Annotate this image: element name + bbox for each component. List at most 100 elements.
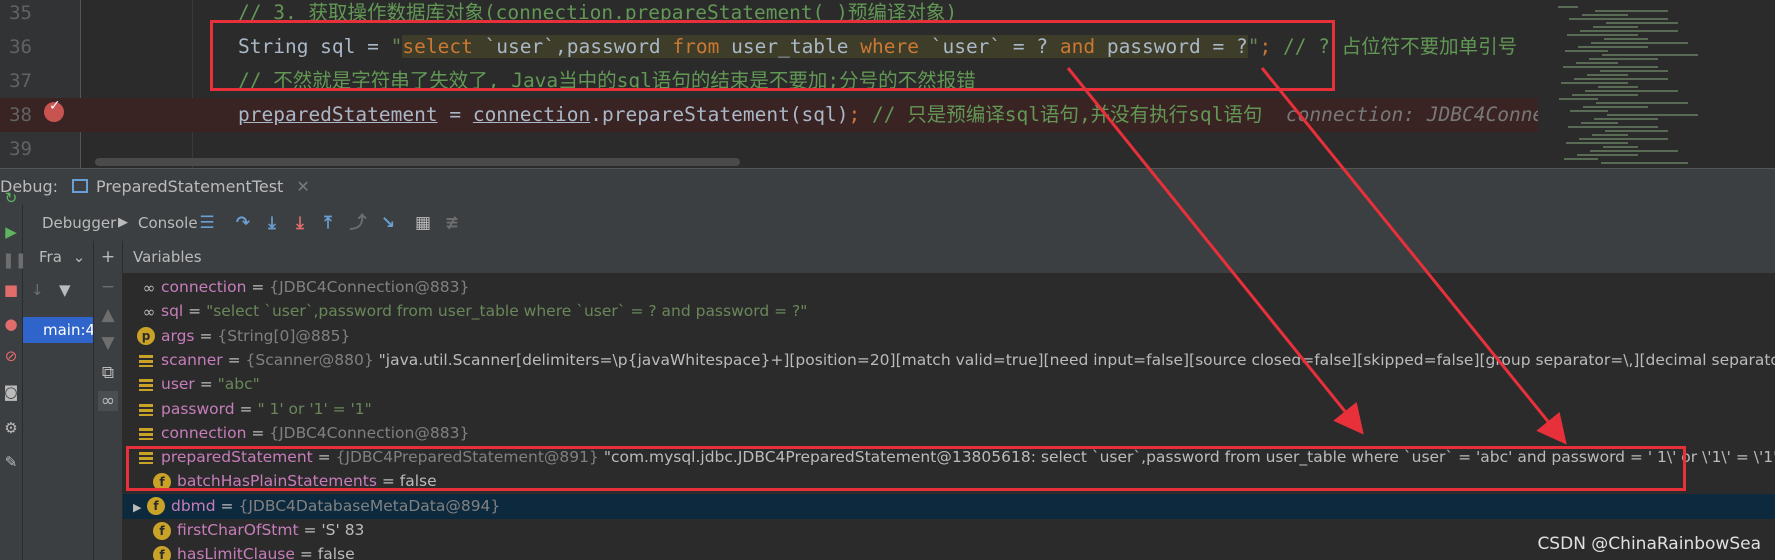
variable-row[interactable]: f firstCharOfStmt = 'S' 83 — [123, 518, 1775, 543]
equals-sign: = — [222, 350, 246, 369]
variable-row[interactable]: ∞ connection = {JDBC4Connection@883} — [123, 275, 1775, 300]
layout-menu-icon[interactable]: ☰ — [197, 213, 217, 233]
variable-row[interactable]: ∞ sql = "select `user`,password from user… — [123, 299, 1775, 324]
variable-row[interactable]: ▶ f dbmd = {JDBC4DatabaseMetaData@894} — [123, 493, 1775, 520]
variable-value: false — [317, 545, 355, 560]
local-variable-icon — [137, 400, 155, 418]
minimap-line — [1605, 130, 1668, 132]
watch-icon: ∞ — [142, 302, 156, 321]
settings-icon[interactable]: ⚙ — [2, 419, 20, 437]
variable-row[interactable]: f hasLimitClause = false — [123, 542, 1775, 560]
minimap-line — [1572, 94, 1638, 96]
close-icon[interactable]: ✕ — [296, 177, 309, 196]
stop-icon[interactable]: ■ — [2, 281, 20, 299]
drop-frame-icon[interactable]: ⤴ — [348, 213, 368, 233]
minimap-line — [1570, 110, 1608, 112]
variable-name: sql — [161, 302, 184, 321]
frames-label: Fra — [39, 248, 62, 266]
tab-console[interactable]: ▶ Console — [118, 205, 198, 241]
remove-watch-icon[interactable]: − — [98, 277, 118, 297]
pause-icon[interactable]: ❚❚ — [2, 251, 27, 269]
variable-row[interactable]: user = "abc" — [123, 372, 1775, 397]
equals-sign: = — [194, 326, 218, 345]
minimap-line — [1593, 26, 1638, 28]
arrow-down-icon[interactable]: ↓ — [31, 281, 44, 299]
variable-name: args — [161, 326, 195, 345]
frame-item[interactable]: main:44 — [23, 317, 93, 343]
show-execution-point-icon[interactable]: ↷ — [233, 213, 253, 233]
expand-arrow-icon[interactable]: ▶ — [133, 495, 147, 520]
horizontal-scrollbar[interactable] — [95, 158, 740, 166]
minimap-line — [1603, 146, 1638, 148]
variable-row[interactable]: password = " 1' or '1' = '1" — [123, 397, 1775, 422]
minimap-line — [1587, 74, 1628, 76]
move-up-icon[interactable]: ▲ — [98, 305, 118, 325]
line-number: 39 — [9, 138, 32, 160]
minimap[interactable] — [1538, 0, 1775, 168]
code-text: preparedStatement = connection.prepareSt… — [238, 98, 1650, 132]
minimap-line — [1580, 30, 1678, 32]
mute-breakpoints-icon[interactable]: ⊘ — [2, 347, 20, 365]
field-icon: f — [153, 545, 171, 560]
minimap-line — [1567, 34, 1638, 36]
code-token: // 只是预编译sql语句,并没有执行sql语句 — [872, 103, 1286, 126]
code-token: connection — [472, 103, 591, 126]
equals-sign: = — [183, 302, 207, 321]
evaluate-expression-icon[interactable]: ▦ — [413, 213, 433, 233]
minimap-line — [1594, 118, 1658, 120]
minimap-line — [1606, 22, 1678, 24]
frames-panel: Fra ⌄ ↓ ▼ main:44 — [23, 241, 94, 560]
equals-sign: = — [298, 521, 322, 539]
equals-sign: = — [246, 423, 270, 442]
minimap-line — [1576, 62, 1618, 64]
watches-toggle-icon[interactable]: ∞ — [98, 391, 118, 411]
step-over-icon[interactable]: ⤓ — [262, 213, 282, 233]
variable-name: user — [161, 375, 195, 394]
variable-row[interactable]: connection = {JDBC4Connection@883} — [123, 421, 1775, 446]
code-line[interactable]: 38 preparedStatement = connection.prepare… — [0, 98, 1775, 132]
console-icon: ▶ — [118, 215, 128, 230]
frames-header[interactable]: Fra ⌄ — [23, 241, 93, 273]
variable-row[interactable]: p args = {String[0]@885} — [123, 324, 1775, 349]
minimap-line — [1600, 70, 1668, 72]
minimap-line — [1568, 126, 1658, 128]
watch-icon: ∞ — [142, 278, 156, 297]
step-into-icon[interactable]: ⤓ — [290, 213, 310, 233]
local-variable-icon — [137, 376, 155, 394]
filter-icon[interactable]: ▼ — [59, 281, 71, 299]
equals-sign: = — [234, 399, 258, 418]
minimap-line — [1558, 6, 1578, 8]
equals-sign: = — [246, 278, 270, 296]
minimap-line — [1563, 66, 1658, 68]
variable-name: scanner — [161, 350, 223, 369]
run-to-cursor-icon[interactable]: ↘ — [378, 213, 398, 233]
debug-session-tab[interactable]: PreparedStatementTest ✕ — [68, 171, 310, 203]
minimap-line — [1595, 10, 1668, 12]
annotation-box-prepared — [126, 446, 1686, 491]
variable-row[interactable]: scanner = {Scanner@880} "java.util.Scann… — [123, 348, 1775, 373]
variable-name: connection — [161, 278, 247, 296]
camera-icon[interactable]: ◙ — [2, 383, 20, 401]
rerun-icon[interactable]: ↻ — [2, 189, 20, 207]
minimap-line — [1607, 114, 1698, 116]
variable-value: "java.util.Scanner[delimiters=\p{javaWhi… — [378, 350, 1775, 369]
console-label: Console — [138, 214, 198, 232]
pin-icon[interactable]: ✎ — [2, 453, 20, 471]
move-down-icon[interactable]: ▼ — [98, 333, 118, 353]
local-variable-icon — [137, 351, 155, 369]
chevron-down-icon[interactable]: ⌄ — [73, 248, 86, 266]
tab-debugger[interactable]: Debugger — [42, 205, 116, 241]
breakpoint-icon[interactable] — [44, 98, 64, 122]
copy-icon[interactable]: ⧉ — [98, 363, 118, 383]
view-breakpoints-icon[interactable]: ● — [2, 315, 20, 333]
minimap-line — [1592, 134, 1628, 136]
variable-name: password — [161, 399, 235, 418]
step-out-icon[interactable]: ⤒ — [318, 213, 338, 233]
resume-icon[interactable]: ▶ — [2, 223, 20, 241]
trace-icon[interactable]: ≢ — [442, 213, 462, 233]
minimap-line — [1578, 46, 1648, 48]
minimap-line — [1561, 82, 1628, 84]
debug-session-bar: Debug: PreparedStatementTest ✕ — [0, 168, 1775, 206]
add-watch-icon[interactable]: + — [98, 247, 118, 267]
minimap-line — [1582, 14, 1628, 16]
